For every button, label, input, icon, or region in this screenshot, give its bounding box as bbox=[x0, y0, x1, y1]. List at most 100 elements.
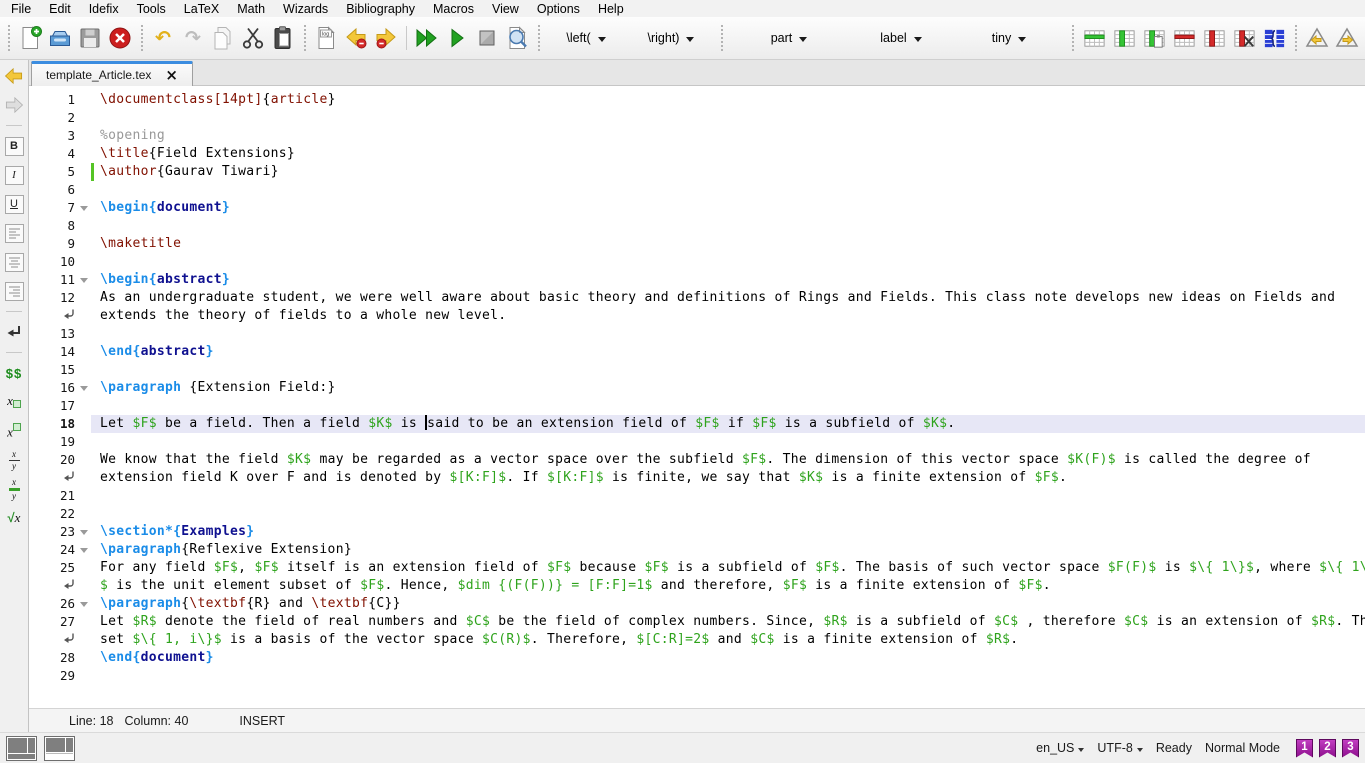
code-line[interactable] bbox=[91, 505, 1365, 523]
code-line[interactable] bbox=[91, 325, 1365, 343]
code-line[interactable] bbox=[91, 487, 1365, 505]
align-right-button[interactable] bbox=[2, 279, 26, 303]
code-line[interactable]: set $\{ 1, i\}$ is a basis of the vector… bbox=[91, 631, 1365, 649]
code-line[interactable]: \maketitle bbox=[91, 235, 1365, 253]
code-line[interactable]: As an undergraduate student, we were wel… bbox=[91, 289, 1365, 307]
view-button[interactable] bbox=[503, 24, 531, 52]
bookmark-3-button[interactable]: 3 bbox=[1342, 739, 1359, 758]
cut-button[interactable] bbox=[239, 24, 267, 52]
stop-button[interactable] bbox=[473, 24, 501, 52]
dropdown-left-delimiter[interactable]: \left( bbox=[547, 26, 625, 50]
dropdown-sectioning[interactable]: part bbox=[730, 26, 848, 50]
tab-template-article[interactable]: template_Article.tex × bbox=[31, 61, 193, 86]
next-error-button[interactable] bbox=[372, 24, 400, 52]
menu-item-file[interactable]: File bbox=[2, 1, 40, 17]
run-button[interactable] bbox=[443, 24, 471, 52]
code-line[interactable] bbox=[91, 361, 1365, 379]
code-line[interactable] bbox=[91, 667, 1365, 685]
table-paste-column-button[interactable] bbox=[1140, 24, 1168, 52]
encoding-select[interactable]: UTF-8 bbox=[1097, 741, 1142, 755]
fold-marker[interactable] bbox=[77, 379, 91, 397]
code-line[interactable]: We know that the field $K$ may be regard… bbox=[91, 451, 1365, 469]
fold-marker[interactable] bbox=[77, 541, 91, 559]
menu-item-latex[interactable]: LaTeX bbox=[175, 1, 228, 17]
table-add-row-button[interactable] bbox=[1080, 24, 1108, 52]
copy-button[interactable] bbox=[209, 24, 237, 52]
fold-marker[interactable] bbox=[77, 595, 91, 613]
bold-button[interactable]: B bbox=[2, 134, 26, 158]
menu-item-math[interactable]: Math bbox=[228, 1, 274, 17]
language-select[interactable]: en_US bbox=[1036, 741, 1084, 755]
code-line[interactable]: \documentclass[14pt]{article} bbox=[91, 91, 1365, 109]
table-delete-row-button[interactable] bbox=[1170, 24, 1198, 52]
code-line[interactable] bbox=[91, 181, 1365, 199]
bookmark-1-button[interactable]: 1 bbox=[1296, 739, 1313, 758]
log-button[interactable]: log bbox=[312, 24, 340, 52]
tab-close-icon[interactable]: × bbox=[165, 68, 178, 83]
code-line[interactable]: $ is the unit element subset of $F$. Hen… bbox=[91, 577, 1365, 595]
code-line[interactable]: \paragraph{\textbf{R} and \textbf{C}} bbox=[91, 595, 1365, 613]
fold-marker[interactable] bbox=[77, 199, 91, 217]
save-button[interactable] bbox=[76, 24, 104, 52]
dropdown-reference[interactable]: label bbox=[852, 26, 950, 50]
menu-item-bibliography[interactable]: Bibliography bbox=[337, 1, 424, 17]
superscript-button[interactable]: x bbox=[2, 419, 26, 443]
editor[interactable]: 1\documentclass[14pt]{article}23%opening… bbox=[29, 86, 1365, 708]
code-line[interactable] bbox=[91, 109, 1365, 127]
previous-error-button[interactable] bbox=[342, 24, 370, 52]
menu-item-tools[interactable]: Tools bbox=[128, 1, 175, 17]
new-button[interactable] bbox=[16, 24, 44, 52]
next-marker-button[interactable] bbox=[1333, 24, 1361, 52]
bookmark-2-button[interactable]: 2 bbox=[1319, 739, 1336, 758]
dropdown-right-delimiter[interactable]: \right) bbox=[629, 26, 713, 50]
code-line[interactable]: \begin{document} bbox=[91, 199, 1365, 217]
code-line[interactable]: \section*{Examples} bbox=[91, 523, 1365, 541]
code-line[interactable]: \title{Field Extensions} bbox=[91, 145, 1365, 163]
code-line[interactable]: For any field $F$, $F$ itself is an exte… bbox=[91, 559, 1365, 577]
code-line[interactable]: \paragraph {Extension Field:} bbox=[91, 379, 1365, 397]
inline-math-button[interactable]: $$ bbox=[2, 361, 26, 385]
fold-marker[interactable] bbox=[77, 523, 91, 541]
close-button[interactable] bbox=[106, 24, 134, 52]
underline-button[interactable]: U bbox=[2, 192, 26, 216]
square-root-button[interactable]: √x bbox=[2, 506, 26, 530]
paste-button[interactable] bbox=[269, 24, 297, 52]
redo-button[interactable]: ↷ bbox=[179, 24, 207, 52]
code-line[interactable]: \begin{abstract} bbox=[91, 271, 1365, 289]
forward-button[interactable] bbox=[2, 93, 26, 117]
menu-item-wizards[interactable]: Wizards bbox=[274, 1, 337, 17]
table-merge-button[interactable] bbox=[1260, 24, 1288, 52]
fraction-button[interactable]: xy bbox=[2, 448, 26, 472]
layout-toggle-structure[interactable] bbox=[6, 736, 37, 761]
newline-button[interactable] bbox=[2, 320, 26, 344]
align-left-button[interactable] bbox=[2, 221, 26, 245]
code-line[interactable] bbox=[91, 253, 1365, 271]
menu-item-view[interactable]: View bbox=[483, 1, 528, 17]
code-line[interactable]: Let $F$ be a field. Then a field $K$ is … bbox=[91, 415, 1365, 433]
italic-button[interactable]: I bbox=[2, 163, 26, 187]
code-line[interactable]: \author{Gaurav Tiwari} bbox=[91, 163, 1365, 181]
menu-item-macros[interactable]: Macros bbox=[424, 1, 483, 17]
layout-toggle-messages[interactable] bbox=[44, 736, 75, 761]
undo-button[interactable]: ↶ bbox=[149, 24, 177, 52]
code-line[interactable] bbox=[91, 397, 1365, 415]
code-line[interactable] bbox=[91, 217, 1365, 235]
fold-marker[interactable] bbox=[77, 271, 91, 289]
quick-build-button[interactable] bbox=[413, 24, 441, 52]
code-line[interactable] bbox=[91, 433, 1365, 451]
code-line[interactable]: extension field K over F and is denoted … bbox=[91, 469, 1365, 487]
code-line[interactable]: \end{abstract} bbox=[91, 343, 1365, 361]
menu-item-edit[interactable]: Edit bbox=[40, 1, 80, 17]
menu-item-idefix[interactable]: Idefix bbox=[80, 1, 128, 17]
code-line[interactable]: %opening bbox=[91, 127, 1365, 145]
previous-marker-button[interactable] bbox=[1303, 24, 1331, 52]
code-line[interactable]: \end{document} bbox=[91, 649, 1365, 667]
menu-item-options[interactable]: Options bbox=[528, 1, 589, 17]
dropdown-font-size[interactable]: tiny bbox=[954, 26, 1064, 50]
display-fraction-button[interactable]: xy bbox=[2, 477, 26, 501]
back-button[interactable] bbox=[2, 64, 26, 88]
menu-item-help[interactable]: Help bbox=[589, 1, 633, 17]
table-clean-button[interactable] bbox=[1230, 24, 1258, 52]
subscript-button[interactable]: x bbox=[2, 390, 26, 414]
code-line[interactable]: Let $R$ denote the field of real numbers… bbox=[91, 613, 1365, 631]
